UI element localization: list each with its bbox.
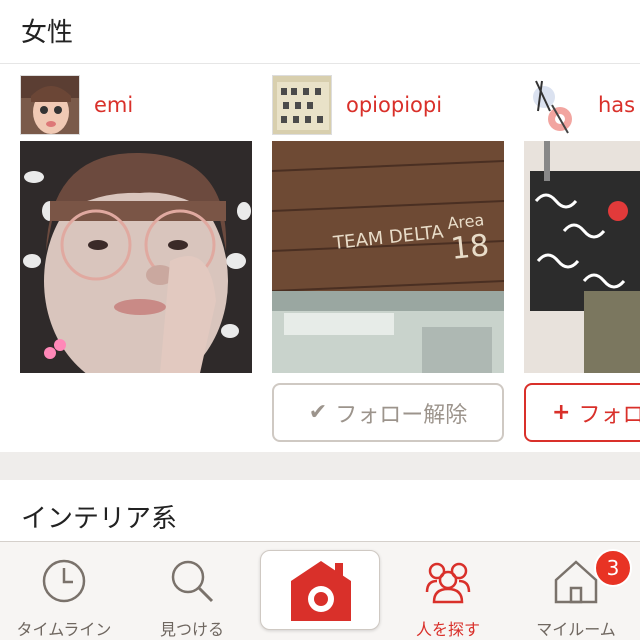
section-title: 女性 [21, 18, 74, 48]
user-name-link[interactable]: emi [94, 93, 133, 117]
follow-button-label: フォロ [578, 402, 640, 428]
tab-label: マイルーム [536, 620, 616, 639]
tab-label: 人を探す [415, 620, 480, 639]
notification-badge: 3 [594, 549, 632, 587]
section-header-women: 女性 [0, 0, 640, 64]
tab-label: 見つける [159, 620, 224, 639]
photo-woman-selfie-icon [20, 141, 252, 373]
svg-text:18: 18 [449, 228, 491, 267]
user-avatar[interactable] [20, 75, 80, 135]
tab-discover[interactable]: 見つける [128, 542, 256, 640]
unfollow-button[interactable]: ✔ フォロー解除 [272, 383, 504, 442]
search-icon [171, 560, 214, 603]
user-photo-has[interactable] [524, 141, 640, 373]
section-title: インテリア系 [21, 504, 178, 534]
user-name-link[interactable]: opiopiopi [346, 93, 442, 117]
tab-timeline[interactable]: タイムライン [0, 542, 128, 640]
avatar-photo-earrings-icon [524, 75, 584, 135]
avatar-photo-woman-icon [21, 76, 79, 134]
user-card-emi[interactable]: emi [20, 75, 133, 135]
plus-icon: + [552, 400, 571, 425]
user-row: emi opiopiopi has [0, 75, 640, 137]
follow-button[interactable]: + フォロ [524, 383, 640, 442]
tab-people[interactable]: 人を探す [384, 542, 512, 640]
user-name-link[interactable]: has [598, 93, 635, 117]
follow-button-label: フォロー解除 [335, 402, 468, 428]
user-card-opiopiopi[interactable]: opiopiopi [272, 75, 442, 135]
user-photo-opiopiopi[interactable]: TEAM DELTA Area 18 [272, 141, 504, 373]
user-avatar[interactable] [272, 75, 332, 135]
section-divider [0, 452, 640, 480]
checkmark-icon: ✔ [308, 400, 328, 425]
section-header-interior: インテリア系 [0, 480, 640, 541]
clock-icon [42, 559, 86, 603]
photo-team-delta-sign-icon: TEAM DELTA Area 18 [272, 141, 504, 373]
camera-house-icon [291, 561, 351, 621]
camera-post-button[interactable] [260, 550, 380, 630]
people-icon [425, 562, 471, 604]
user-photo-emi[interactable] [20, 141, 252, 373]
photo-suitcases-icon [524, 141, 640, 373]
avatar-photo-letterboard-icon [273, 76, 331, 134]
user-card-has[interactable]: has [524, 75, 635, 135]
tab-label: タイムライン [16, 620, 112, 639]
user-avatar[interactable] [524, 75, 584, 135]
